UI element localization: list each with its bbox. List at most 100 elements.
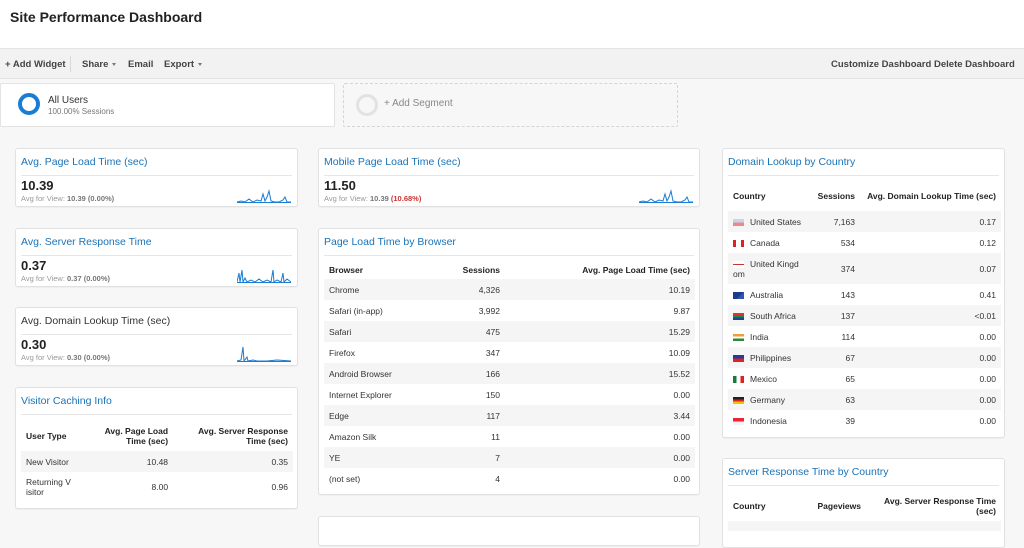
delete-dashboard-button[interactable]: Delete Dashboard (934, 59, 1015, 70)
country-name[interactable]: Indonesia (750, 416, 787, 426)
column-header: Avg. Domain Lookup Time (sec) (867, 191, 996, 201)
lookup-time-value: 0.00 (979, 373, 996, 384)
divider (21, 255, 292, 256)
widget-title[interactable]: Mobile Page Load Time (sec) (324, 156, 461, 168)
divider (728, 175, 999, 176)
country-name[interactable]: Germany (750, 395, 785, 405)
table-header-row: User Type Avg. Page Load Time (sec) Avg.… (21, 421, 293, 451)
divider (21, 414, 292, 415)
add-segment-label: + Add Segment (384, 98, 453, 109)
sessions-value: 150 (485, 389, 500, 400)
sessions-value: 7 (415, 447, 505, 468)
widget-title[interactable]: Server Response Time by Country (728, 466, 888, 478)
sessions-value: 137 (808, 305, 860, 326)
sessions-value: 7,163 (808, 211, 860, 232)
table-row: India 114 0.00 (728, 326, 1001, 347)
add-segment-button[interactable]: + Add Segment (343, 83, 678, 127)
sparkline-line (237, 189, 291, 203)
table-header-row: Country Sessions Avg. Domain Lookup Time… (728, 181, 1001, 211)
avg-for-view: Avg for View: 0.30 (0.00%) (21, 353, 110, 362)
sessions-value: 11 (491, 431, 500, 442)
browser-name: Safari (in-app) (329, 305, 383, 316)
load-time-value: 15.52 (505, 363, 695, 384)
load-time-value: 0.00 (673, 389, 690, 400)
widget-domain-by-country: Domain Lookup by Country Country Session… (722, 148, 1005, 438)
table-row: Android Browser 166 15.52 (324, 363, 695, 384)
share-label: Share (82, 59, 109, 70)
email-button[interactable]: Email (128, 59, 153, 70)
sessions-value: 4 (495, 473, 500, 484)
in-flag-icon (733, 333, 744, 341)
avg-for-view: Avg for View: 10.39 (10.68%) (324, 194, 422, 203)
country-name[interactable]: Australia (750, 290, 783, 300)
export-menu-button[interactable]: Export (164, 59, 203, 70)
metric-value: 0.37 (21, 258, 47, 273)
country-cell: Mexico (728, 368, 808, 389)
metric-value: 0.30 (21, 337, 47, 352)
widget-server-response-time: Avg. Server Response Time 0.37 Avg for V… (15, 228, 298, 287)
divider (21, 334, 292, 335)
avg-for-view: Avg for View: 10.39 (0.00%) (21, 194, 115, 203)
metric-value: 11.50 (324, 178, 356, 193)
export-label: Export (164, 59, 195, 70)
country-name[interactable]: India (750, 332, 768, 342)
lookup-time-value: 0.00 (979, 415, 996, 426)
divider (728, 485, 999, 486)
widget-visitor-caching: Visitor Caching Info User Type Avg. Page… (15, 387, 298, 509)
sparkline-line (237, 346, 291, 362)
widget-server-by-country: Server Response Time by Country Country … (722, 458, 1005, 548)
column-header: Pageviews (817, 501, 861, 511)
sparkline (237, 269, 291, 283)
table-row: United States 7,163 0.17 (728, 211, 1001, 232)
sessions-value: 475 (415, 321, 505, 342)
widget-mobile-page-load: Mobile Page Load Time (sec) 11.50 Avg fo… (318, 148, 700, 207)
us-flag-icon (733, 218, 744, 226)
table-header-row: Country Pageviews Avg. Server Response T… (728, 491, 1001, 521)
add-widget-button[interactable]: + Add Widget (5, 59, 66, 70)
sessions-value: 534 (840, 237, 855, 248)
sparkline (237, 189, 291, 203)
widget-title[interactable]: Page Load Time by Browser (324, 236, 456, 248)
table-row: Australia 143 0.41 (728, 284, 1001, 305)
column-header: Avg. Server Response Time (sec) (198, 426, 288, 446)
server-response-value: 0.96 (271, 482, 288, 492)
country-cell: South Africa (728, 305, 808, 326)
sessions-value: 63 (808, 389, 860, 410)
sparkline (639, 189, 693, 203)
server-response-value: 0.35 (173, 451, 293, 472)
segment-name: All Users (48, 95, 89, 106)
sessions-value: 114 (841, 331, 855, 342)
segment-all-users[interactable]: All Users 100.00% Sessions (0, 83, 335, 127)
country-name[interactable]: Philippines (750, 353, 791, 363)
lookup-time-value: 0.41 (979, 289, 996, 300)
country-name[interactable]: United States (750, 217, 801, 227)
country-cell: United States (728, 211, 808, 232)
de-flag-icon (733, 396, 744, 404)
sparkline-line (237, 269, 291, 283)
country-name[interactable]: Canada (750, 238, 780, 248)
sessions-value: 39 (845, 415, 855, 426)
country-cell: Australia (728, 284, 808, 305)
column-header: Avg. Page Load Time (sec) (582, 264, 690, 275)
customize-dashboard-button[interactable]: Customize Dashboard (831, 59, 931, 70)
ca-flag-icon (733, 239, 744, 247)
widget-title[interactable]: Visitor Caching Info (21, 395, 112, 407)
avg-for-view: Avg for View: 0.37 (0.00%) (21, 274, 110, 283)
browser-table: Browser Sessions Avg. Page Load Time (se… (324, 260, 695, 489)
widget-title[interactable]: Avg. Page Load Time (sec) (21, 156, 147, 168)
share-menu-button[interactable]: Share (82, 59, 117, 70)
country-name[interactable]: South Africa (750, 311, 796, 321)
country-name[interactable]: Mexico (750, 374, 777, 384)
browser-name: Internet Explorer (329, 389, 392, 400)
browser-name: Chrome (324, 279, 415, 300)
table-row: Edge 117 3.44 (324, 405, 695, 426)
load-time-value: 9.87 (673, 305, 690, 316)
sparkline (237, 346, 291, 362)
lookup-time-value: 0.17 (860, 211, 1001, 232)
column-header: Country (733, 191, 766, 201)
sessions-value: 143 (840, 289, 855, 300)
widget-title[interactable]: Avg. Server Response Time (21, 236, 152, 248)
segment-ring-icon (18, 93, 40, 115)
widget-title[interactable]: Domain Lookup by Country (728, 156, 855, 168)
widget-title: Avg. Domain Lookup Time (sec) (21, 315, 171, 327)
